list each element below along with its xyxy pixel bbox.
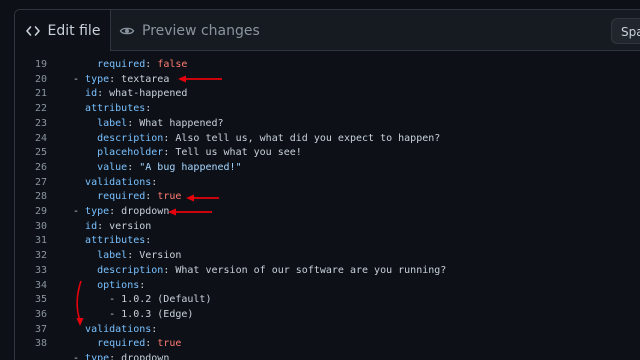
line-number: 34 bbox=[35, 279, 48, 291]
line-number: 27 bbox=[35, 176, 48, 188]
line-number: 36 bbox=[35, 308, 48, 320]
line-number: 23 bbox=[35, 117, 48, 129]
code-text: label: What happened? bbox=[73, 117, 224, 132]
code-token: : Version bbox=[127, 250, 182, 262]
code-token: "A bug happened!" bbox=[139, 161, 242, 173]
code-token: value bbox=[97, 161, 128, 173]
line-number: 29 bbox=[35, 206, 48, 217]
code-token: : What happened? bbox=[127, 117, 224, 129]
code-token: - bbox=[73, 353, 86, 360]
code-token: type bbox=[85, 73, 110, 85]
code-text: - 1.0.2 (Default) bbox=[73, 293, 211, 308]
code-token: : bbox=[145, 235, 152, 247]
code-token: : bbox=[151, 176, 158, 188]
code-text: - type: dropdown bbox=[73, 352, 169, 360]
code-text: - type: dropdown bbox=[73, 205, 169, 220]
code-token: : Also tell us, what did you expect to h… bbox=[163, 132, 441, 144]
code-token: id bbox=[85, 88, 98, 100]
code-text: validations: bbox=[73, 323, 157, 338]
tab-edit-file[interactable]: Edit file bbox=[15, 10, 111, 51]
code-token: attributes bbox=[85, 103, 146, 115]
code-token: - bbox=[73, 73, 86, 85]
code-token: : bbox=[145, 338, 158, 350]
code-token: validations bbox=[85, 323, 152, 335]
tab-preview-changes[interactable]: Preview changes bbox=[119, 10, 260, 51]
code-token: validations bbox=[85, 176, 152, 188]
code-token: : bbox=[151, 323, 158, 335]
code-token: true bbox=[157, 191, 182, 203]
code-text: - type: textarea bbox=[73, 73, 169, 88]
line-number: 22 bbox=[35, 103, 48, 115]
code-token: id bbox=[85, 220, 98, 232]
line-number: 35 bbox=[35, 294, 48, 306]
line-number: 37 bbox=[35, 323, 48, 335]
code-token: : version bbox=[97, 220, 152, 232]
code-token: - 1.0.2 (Default) bbox=[109, 294, 212, 306]
code-text: - 1.0.3 (Edge) bbox=[73, 308, 193, 323]
code-text: attributes: bbox=[73, 234, 151, 249]
line-number: 21 bbox=[35, 88, 48, 100]
code-text: required: true bbox=[73, 190, 181, 205]
code-icon bbox=[25, 23, 41, 39]
code-token: : textarea bbox=[109, 73, 170, 85]
code-text: options: bbox=[73, 279, 145, 294]
line-number: 20 bbox=[35, 73, 48, 85]
code-token: description bbox=[97, 264, 164, 276]
code-token: : dropdown bbox=[109, 353, 170, 360]
file-editor: Edit file Preview changes Spac 19 requir… bbox=[14, 9, 640, 360]
code-text: value: "A bug happened!" bbox=[73, 161, 242, 176]
code-token: placeholder bbox=[97, 147, 164, 159]
code-token: : dropdown bbox=[109, 206, 170, 217]
eye-icon bbox=[119, 23, 135, 39]
code-token: : what-happened bbox=[97, 88, 188, 100]
code-token: description bbox=[97, 132, 164, 144]
indent-mode-select[interactable]: Spac bbox=[611, 18, 640, 44]
code-token: - 1.0.3 (Edge) bbox=[109, 308, 194, 320]
code-text: id: version bbox=[73, 220, 151, 235]
code-token: required bbox=[97, 338, 146, 350]
code-text: description: Also tell us, what did you … bbox=[73, 132, 440, 147]
code-text: id: what-happened bbox=[73, 87, 187, 102]
code-token: label bbox=[97, 250, 128, 262]
line-number: 19 bbox=[35, 59, 48, 70]
code-token: false bbox=[157, 59, 188, 70]
code-token: true bbox=[157, 338, 182, 350]
code-text: label: Version bbox=[73, 249, 181, 264]
code-text: required: true bbox=[73, 337, 181, 352]
line-number: 26 bbox=[35, 161, 48, 173]
code-text: required: false bbox=[73, 58, 187, 73]
code-token: - bbox=[73, 206, 86, 217]
code-token: : bbox=[145, 191, 158, 203]
code-token: attributes bbox=[85, 235, 146, 247]
line-number: 32 bbox=[35, 250, 48, 262]
line-number: 24 bbox=[35, 132, 48, 144]
code-token: options bbox=[97, 279, 140, 291]
tab-edit-file-label: Edit file bbox=[47, 22, 101, 39]
tab-preview-changes-label: Preview changes bbox=[142, 22, 260, 39]
line-number: 25 bbox=[35, 147, 48, 159]
code-token: : What version of our software are you r… bbox=[163, 264, 447, 276]
code-token: label bbox=[97, 117, 128, 129]
code-token: type bbox=[85, 353, 110, 360]
code-token: required bbox=[97, 191, 146, 203]
code-text: description: What version of our softwar… bbox=[73, 264, 446, 279]
code-text: placeholder: Tell us what you see! bbox=[73, 146, 302, 161]
line-number: 33 bbox=[35, 264, 48, 276]
line-number: 38 bbox=[35, 338, 48, 350]
code-token: : bbox=[145, 103, 152, 115]
editor-tab-bar: Edit file Preview changes Spac bbox=[15, 10, 640, 51]
line-number: 30 bbox=[35, 220, 48, 232]
code-text: attributes: bbox=[73, 102, 151, 117]
code-text: validations: bbox=[73, 176, 157, 191]
code-token: : bbox=[127, 161, 140, 173]
line-number: 28 bbox=[35, 191, 48, 203]
code-token: required bbox=[97, 59, 146, 70]
code-token: : bbox=[145, 59, 158, 70]
line-number: 31 bbox=[35, 235, 48, 247]
code-token: : Tell us what you see! bbox=[163, 147, 302, 159]
code-token: type bbox=[85, 206, 110, 217]
code-token: : bbox=[139, 279, 146, 291]
